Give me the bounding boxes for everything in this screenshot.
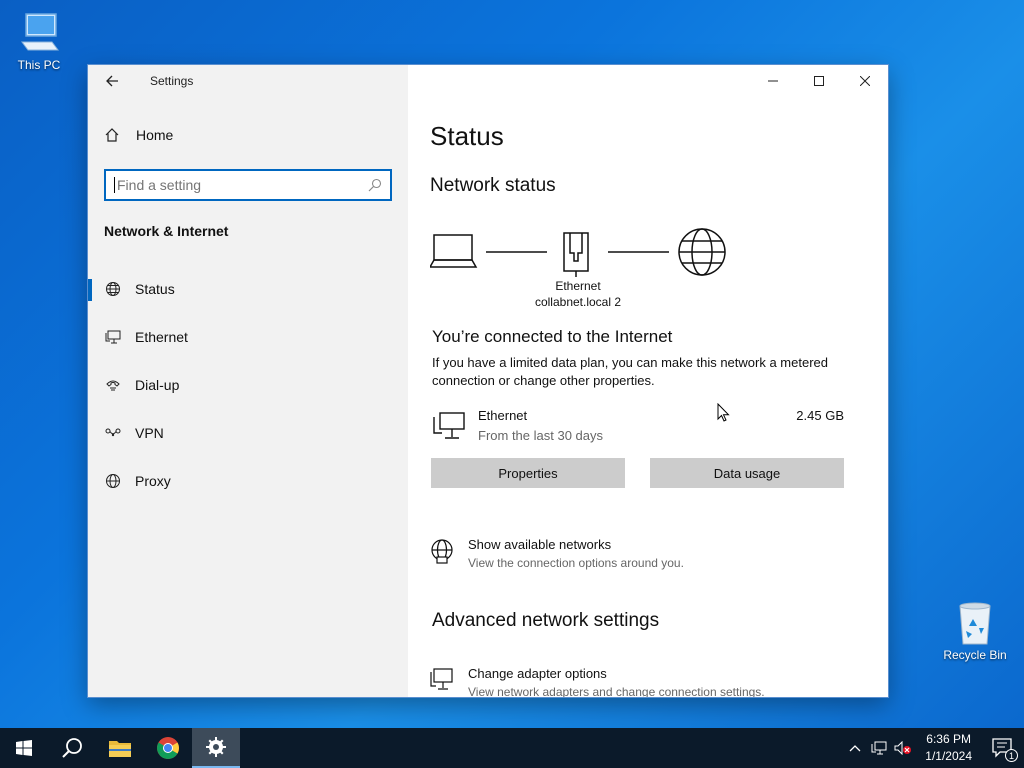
adapter-options-title: Change adapter options: [468, 666, 607, 681]
search-box[interactable]: [104, 169, 392, 201]
sidebar-item-label: Proxy: [135, 473, 171, 489]
file-explorer-button[interactable]: [96, 728, 144, 768]
desktop-icon-recycle-bin[interactable]: Recycle Bin: [938, 600, 1012, 662]
properties-button[interactable]: Properties: [431, 458, 625, 488]
usage-period: From the last 30 days: [478, 428, 603, 443]
minimize-button[interactable]: [750, 65, 796, 97]
internet-globe-icon: [678, 228, 726, 276]
clock-time: 6:36 PM: [926, 732, 971, 746]
ethernet-tray-icon: [871, 741, 887, 755]
sidebar: Settings Home Network & Internet Status: [88, 65, 408, 697]
data-usage-button[interactable]: Data usage: [650, 458, 844, 488]
desktop-icon-label: Recycle Bin: [943, 648, 1007, 662]
chevron-up-icon: [849, 745, 861, 752]
vpn-icon: [104, 424, 122, 442]
recycle-bin-icon: [952, 600, 998, 646]
dial-up-icon: [104, 376, 122, 394]
title-bar: Settings: [88, 65, 408, 97]
ethernet-monitor-icon: [432, 411, 466, 446]
ethernet-monitor-icon: [104, 328, 122, 346]
search-icon: [62, 738, 82, 758]
adapter-options-description: View network adapters and change connect…: [468, 685, 765, 697]
system-tray: 6:36 PM 1/1/2024 1: [843, 728, 1024, 768]
sidebar-item-proxy[interactable]: Proxy: [88, 457, 408, 505]
taskbar: 6:36 PM 1/1/2024 1: [0, 728, 1024, 768]
chrome-button[interactable]: [144, 728, 192, 768]
back-arrow-icon: [106, 75, 118, 87]
settings-taskbar-button[interactable]: [192, 728, 240, 768]
computer-icon: [16, 10, 62, 56]
nav-home[interactable]: Home: [104, 127, 173, 143]
text-caret: [114, 177, 115, 193]
close-button[interactable]: [842, 65, 888, 97]
minimize-icon: [768, 80, 778, 82]
sidebar-item-label: Ethernet: [135, 329, 188, 345]
show-hidden-icons-button[interactable]: [843, 728, 867, 768]
home-icon: [105, 128, 119, 142]
show-available-networks-link[interactable]: Show available networks View the connect…: [430, 537, 850, 577]
globe-status-icon: [104, 280, 122, 298]
clock[interactable]: 6:36 PM 1/1/2024: [915, 731, 982, 765]
start-button[interactable]: [0, 728, 48, 768]
nav-home-label: Home: [136, 127, 174, 143]
diagram-label: Ethernet collabnet.local 2: [518, 278, 638, 310]
network-status-title: Network status: [430, 175, 556, 196]
laptop-icon: [430, 234, 478, 268]
nav-list: Status Ethernet Dial-up VPN Proxy: [88, 265, 408, 505]
notification-count-badge: 1: [1005, 749, 1018, 762]
action-center-button[interactable]: 1: [982, 728, 1024, 768]
adapter-monitor-icon: [430, 668, 454, 697]
main-content: Status Network status Ethernet collabnet: [408, 65, 888, 697]
back-button[interactable]: [88, 65, 136, 97]
connection-status-title: You’re connected to the Internet: [432, 327, 673, 346]
network-tray-button[interactable]: [867, 728, 891, 768]
sidebar-item-label: VPN: [135, 425, 164, 441]
taskbar-search-button[interactable]: [48, 728, 96, 768]
ethernet-port-icon: [563, 232, 589, 277]
search-icon: [368, 178, 382, 192]
search-input[interactable]: [117, 177, 368, 193]
windows-logo-icon: [16, 740, 32, 756]
desktop-icon-this-pc[interactable]: This PC: [2, 10, 76, 72]
advanced-network-settings-title: Advanced network settings: [432, 610, 660, 631]
mouse-cursor-icon: [717, 403, 730, 422]
window-title: Settings: [150, 74, 194, 88]
section-title: Network & Internet: [104, 223, 229, 239]
gear-icon: [206, 737, 226, 757]
sidebar-item-status[interactable]: Status: [88, 265, 408, 313]
close-icon: [860, 76, 870, 86]
page-title: Status: [430, 121, 504, 151]
show-networks-title: Show available networks: [468, 537, 612, 552]
volume-muted-icon: [894, 741, 912, 755]
globe-icon: [104, 472, 122, 490]
settings-window: Settings Home Network & Internet Status: [88, 65, 888, 697]
sidebar-item-dial-up[interactable]: Dial-up: [88, 361, 408, 409]
window-controls: [750, 65, 888, 97]
desktop-icon-label: This PC: [17, 58, 61, 72]
usage-amount: 2.45 GB: [796, 408, 844, 423]
maximize-button[interactable]: [796, 65, 842, 97]
volume-tray-button[interactable]: [891, 728, 915, 768]
sidebar-item-vpn[interactable]: VPN: [88, 409, 408, 457]
globe-network-icon: [430, 539, 454, 570]
network-name-label: collabnet.local 2: [534, 295, 622, 309]
sidebar-item-label: Dial-up: [135, 377, 180, 393]
change-adapter-options-link[interactable]: Change adapter options View network adap…: [430, 666, 850, 697]
maximize-icon: [814, 76, 824, 86]
chrome-icon: [157, 737, 179, 759]
show-networks-description: View the connection options around you.: [468, 556, 684, 570]
usage-adapter-name: Ethernet: [478, 408, 528, 423]
adapter-label: Ethernet: [555, 279, 601, 293]
connection-status-description: If you have a limited data plan, you can…: [432, 355, 828, 388]
clock-date: 1/1/2024: [925, 749, 972, 763]
folder-icon: [109, 741, 131, 757]
sidebar-item-label: Status: [135, 281, 175, 297]
sidebar-item-ethernet[interactable]: Ethernet: [88, 313, 408, 361]
data-usage-row: Ethernet From the last 30 days 2.45 GB: [432, 407, 844, 447]
